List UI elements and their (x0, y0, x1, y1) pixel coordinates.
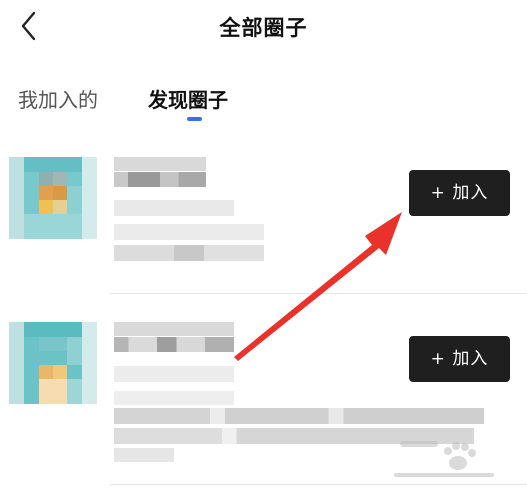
circle-avatar (9, 322, 97, 404)
join-button[interactable]: + 加入 (409, 170, 510, 216)
watermark (370, 425, 520, 487)
avatar-image (9, 157, 97, 239)
circle-desc-blurred (114, 366, 234, 382)
circle-name-blurred (114, 157, 206, 171)
circle-desc-blurred (114, 391, 234, 405)
circle-avatar (9, 157, 97, 239)
avatar-image (9, 322, 97, 404)
baidu-paw-icon (394, 441, 494, 477)
header: 全部圈子 (0, 0, 527, 52)
active-tab-indicator (187, 117, 202, 121)
circle-list-item[interactable]: + 加入 (0, 150, 527, 298)
circle-desc-blurred (114, 448, 174, 462)
circle-meta-blurred (114, 337, 234, 352)
circle-meta-blurred (114, 172, 206, 187)
circle-name-blurred (114, 322, 234, 336)
join-button[interactable]: + 加入 (409, 336, 510, 382)
tab-bar: 我加入的 发现圈子 (0, 78, 527, 124)
tab-discover[interactable]: 发现圈子 (148, 84, 228, 113)
circle-desc-blurred (114, 200, 234, 216)
circle-desc-blurred (114, 245, 264, 261)
divider (110, 293, 527, 294)
tab-joined[interactable]: 我加入的 (18, 84, 98, 113)
circle-desc-blurred (114, 224, 264, 240)
page-title: 全部圈子 (219, 16, 308, 40)
circle-desc-blurred (114, 408, 484, 424)
